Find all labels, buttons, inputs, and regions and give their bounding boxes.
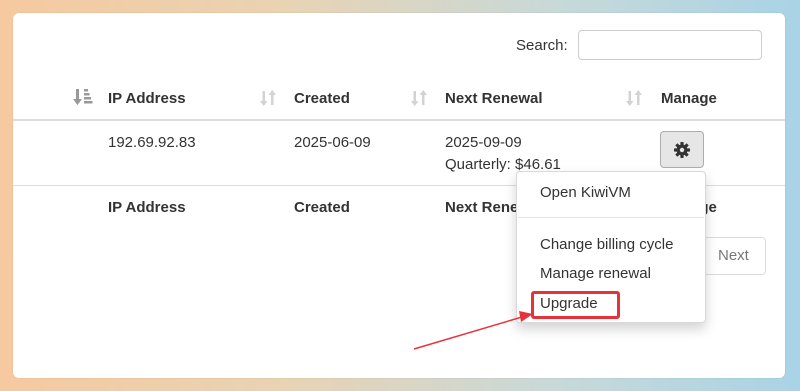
search-input[interactable]: [578, 30, 762, 60]
upgrade-highlight-box: [531, 291, 620, 319]
footer-header-ip-address: IP Address: [108, 199, 186, 216]
header-next-renewal[interactable]: Next Renewal: [445, 90, 543, 107]
menu-divider: [518, 217, 704, 218]
sort-icon[interactable]: [411, 89, 427, 107]
header-manage: Manage: [661, 90, 717, 107]
menu-item-change-billing-cycle[interactable]: Change billing cycle: [540, 236, 673, 253]
menu-item-open-kiwivm[interactable]: Open KiwiVM: [540, 184, 631, 201]
gear-icon: [674, 141, 690, 158]
search-label: Search:: [516, 37, 568, 54]
service-panel: Search: IP Address Created Next Renewal: [13, 13, 785, 378]
header-divider: [13, 119, 785, 121]
cell-created: 2025-06-09: [294, 134, 371, 151]
footer-header-created: Created: [294, 199, 350, 216]
header-created[interactable]: Created: [294, 90, 350, 107]
sort-amount-down-icon[interactable]: [73, 88, 93, 106]
cell-ip-address: 192.69.92.83: [108, 134, 196, 151]
sort-icon[interactable]: [260, 89, 276, 107]
pagination-next-button[interactable]: Next: [703, 237, 766, 275]
menu-item-manage-renewal[interactable]: Manage renewal: [540, 265, 651, 282]
cell-renewal-date: 2025-09-09: [445, 134, 522, 151]
sort-icon[interactable]: [626, 89, 642, 107]
header-ip-address[interactable]: IP Address: [108, 90, 186, 107]
manage-gear-button[interactable]: [660, 131, 704, 168]
